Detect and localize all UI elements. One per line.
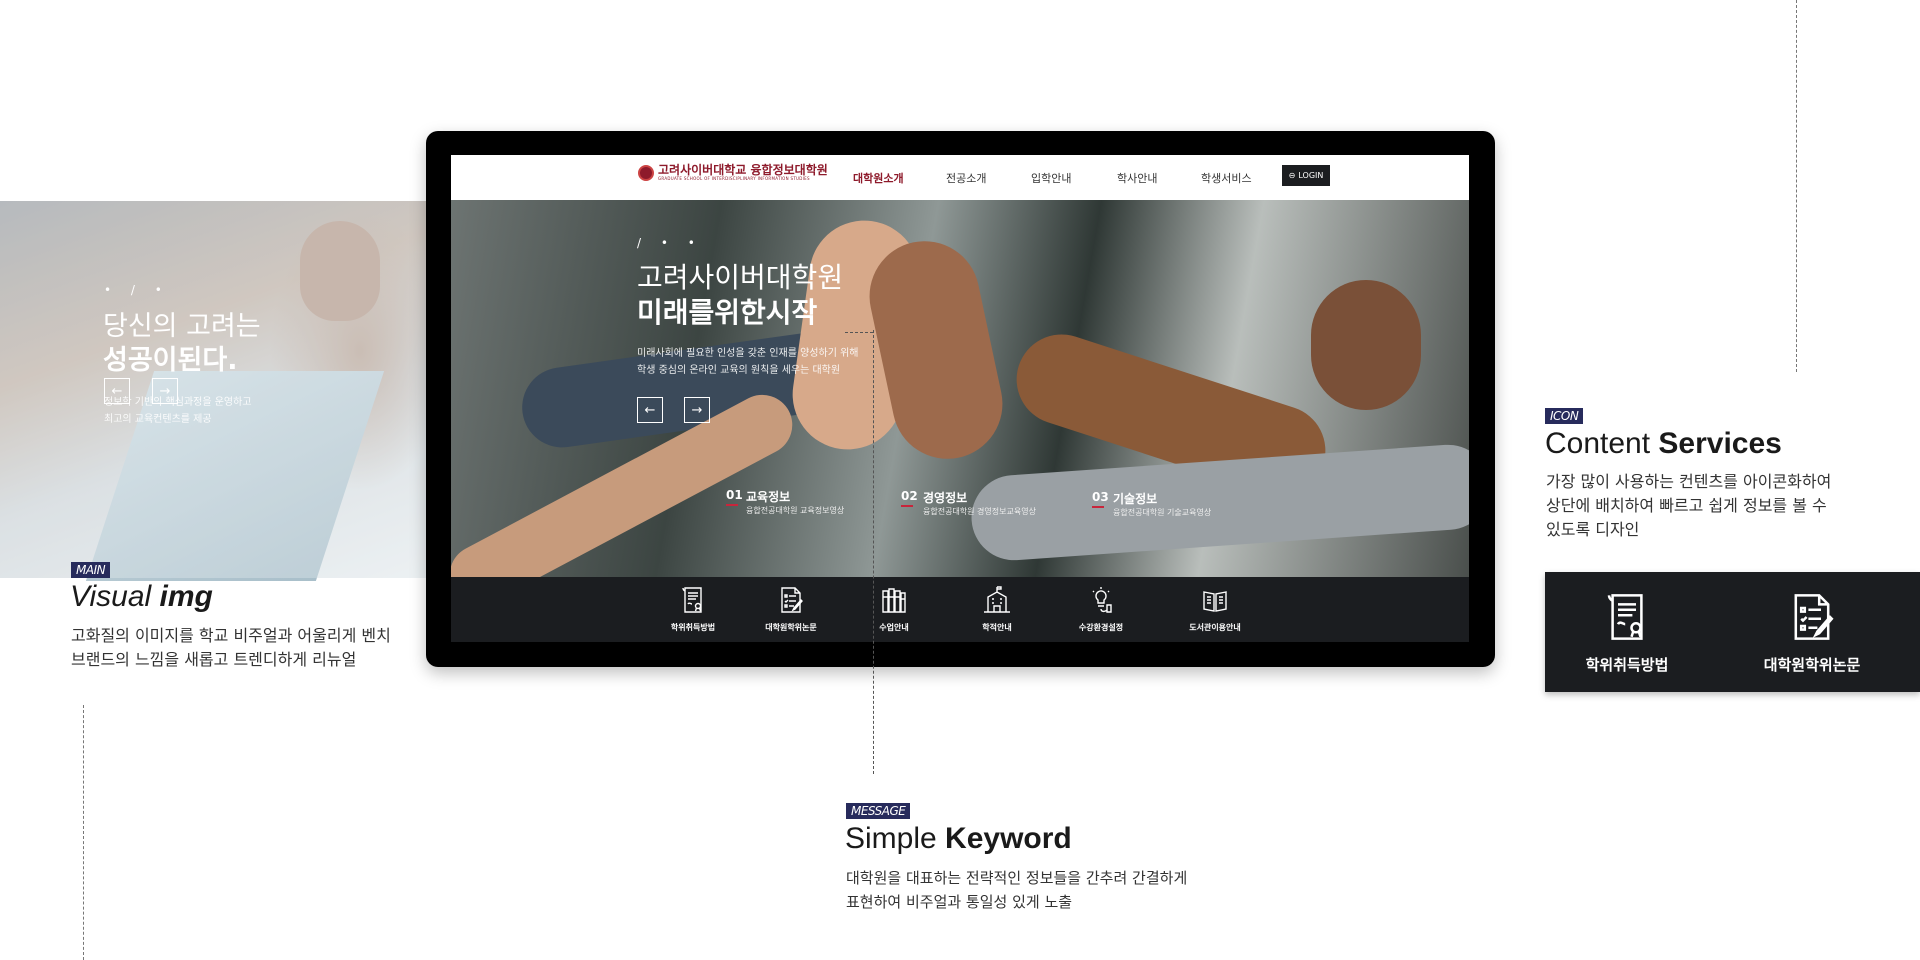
university-emblem-icon	[638, 164, 654, 181]
diploma-scroll-icon	[678, 587, 708, 619]
site-header: 고려사이버대학교 융합정보대학원 GRADUATE SCHOOL OF INTER…	[451, 155, 1469, 200]
quick-icon-label: 학적안내	[982, 623, 1012, 632]
hero-desc: 미래사회에 필요한 인성을 갖춘 인재를 양성하기 위해 학생 중심의 온라인 교…	[637, 348, 859, 376]
main-tag: MAIN	[71, 562, 111, 578]
hero-title-line2: 미래를위한시작	[637, 296, 818, 329]
preview-title-line2: 성공이된다.	[103, 345, 238, 376]
guide-line-center-tick	[845, 332, 873, 333]
guide-line-left	[83, 705, 84, 960]
quick-icon-bar: 학위취득방법 대학원학위논문 수업안내 학적안내 수강환경설정 도서관이용안내	[451, 577, 1469, 642]
icon-section-title: Content Services	[1545, 427, 1782, 460]
site-logo[interactable]: 고려사이버대학교 융합정보대학원 GRADUATE SCHOOL OF INTER…	[638, 164, 828, 181]
quick-icon-item[interactable]: 학적안내	[947, 585, 1047, 633]
books-icon	[879, 588, 909, 619]
guide-line-top-right	[1796, 0, 1797, 372]
document-checklist-pen-icon	[1785, 594, 1839, 648]
icon-tag: ICON	[1545, 408, 1584, 424]
document-checklist-pen-icon	[776, 587, 806, 619]
school-building-icon	[982, 586, 1012, 619]
icon-sample-box: 학위취득방법 대학원학위논문	[1545, 572, 1920, 692]
slide-dots: / • •	[637, 236, 703, 250]
main-section-title: Visual img	[70, 580, 213, 613]
quick-icon-label: 대학원학위논문	[765, 623, 817, 632]
guide-line-center	[873, 330, 874, 774]
slide-dots: • / •	[104, 283, 170, 297]
quick-icon-item[interactable]: 수업안내	[844, 585, 944, 633]
hero-title-line1: 고려사이버대학원	[637, 261, 844, 294]
login-icon: ⊖	[1288, 171, 1296, 180]
nav-item-admission[interactable]: 입학안내	[1031, 170, 1071, 186]
nav-item-about[interactable]: 대학원소개	[853, 170, 904, 186]
quick-icon-item[interactable]: 대학원학위논문	[741, 585, 841, 633]
icon-sample-item[interactable]: 대학원학위논문	[1732, 590, 1892, 675]
message-section-desc: 대학원을 대표하는 전략적인 정보들을 간추려 간결하게 표현하여 비주얼과 통일…	[846, 869, 1188, 911]
quick-icon-label: 학위취득방법	[670, 623, 716, 632]
prev-arrow-button[interactable]: ←	[104, 378, 130, 404]
icon-sample-label: 학위취득방법	[1585, 656, 1669, 674]
icon-sample-label: 대학원학위논문	[1763, 656, 1861, 674]
hero-prev-button[interactable]: ←	[637, 397, 663, 423]
quick-icon-item[interactable]: 도서관이용안내	[1165, 585, 1265, 633]
quick-icon-label: 수강환경설정	[1078, 623, 1124, 632]
hero-banner: / • • 고려사이버대학원 미래를위한시작 미래사회에 필요한 인성을 갖춘 …	[451, 200, 1469, 616]
open-book-icon	[1200, 591, 1230, 619]
quick-icon-item[interactable]: 수강환경설정	[1051, 585, 1151, 633]
message-section-title: Simple Keyword	[845, 822, 1072, 855]
lightbulb-mouse-icon	[1086, 587, 1116, 619]
website-screen: / • • 고려사이버대학원 미래를위한시작 미래사회에 필요한 인성을 갖춘 …	[451, 155, 1469, 642]
message-tag: MESSAGE	[846, 803, 911, 819]
diploma-scroll-icon	[1600, 594, 1654, 648]
nav-item-majors[interactable]: 전공소개	[946, 170, 986, 186]
monitor-mockup: / • • 고려사이버대학원 미래를위한시작 미래사회에 필요한 인성을 갖춘 …	[426, 131, 1495, 667]
visual-preview-image: • / • 당신의 고려는 성공이된다. 정보학 기반의 핵심과정을 운영하고 최…	[0, 201, 426, 581]
quick-icon-label: 도서관이용안내	[1189, 623, 1241, 632]
next-arrow-button[interactable]: →	[152, 378, 178, 404]
hero-next-button[interactable]: →	[684, 397, 710, 423]
login-button[interactable]: ⊖ LOGIN	[1282, 165, 1330, 186]
nav-item-academic[interactable]: 학사안내	[1117, 170, 1157, 186]
quick-icon-label: 수업안내	[879, 623, 909, 632]
nav-item-student-service[interactable]: 학생서비스	[1201, 170, 1252, 186]
quick-icon-item[interactable]: 학위취득방법	[643, 585, 743, 633]
icon-sample-item[interactable]: 학위취득방법	[1547, 590, 1707, 675]
main-section-desc: 고화질의 이미지를 학교 비주얼과 어울리게 벤치 브랜드의 느낌을 새롭고 트렌…	[71, 626, 391, 669]
icon-section-desc: 가장 많이 사용하는 컨텐츠를 아이콘화하여 상단에 배치하여 빠르고 쉽게 정보…	[1546, 472, 1832, 539]
